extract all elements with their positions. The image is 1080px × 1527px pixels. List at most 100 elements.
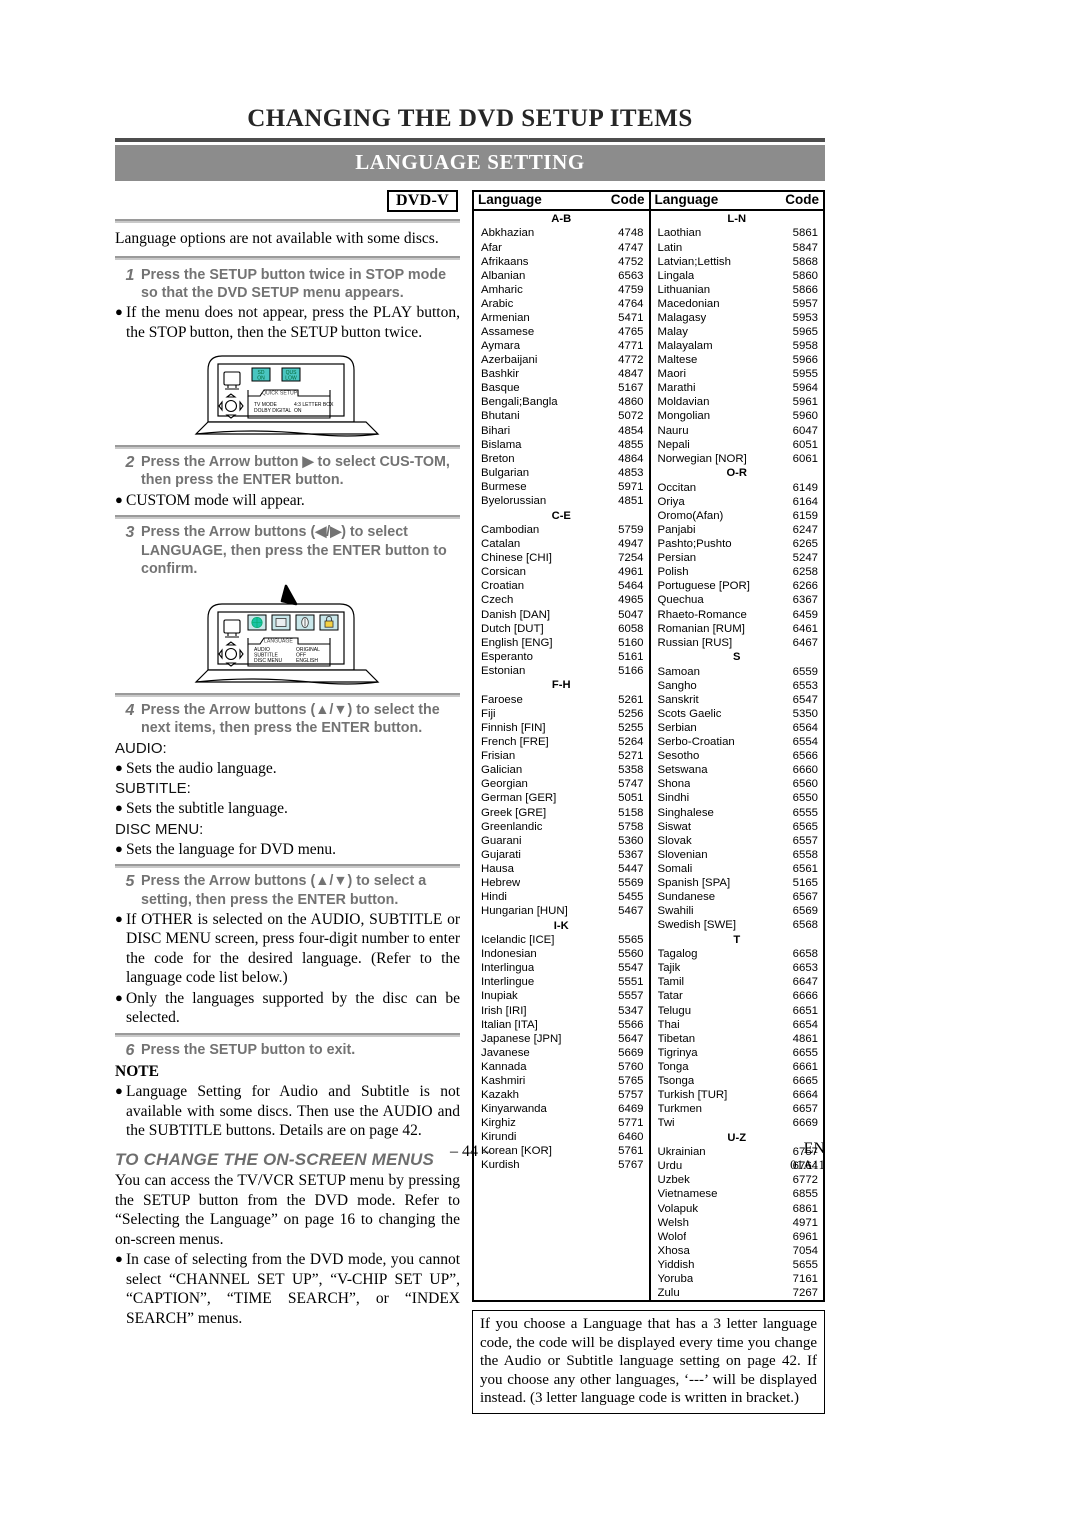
language-code: 4764 <box>618 297 644 310</box>
language-code: 6557 <box>792 834 818 847</box>
language-name: Sesotho <box>657 750 700 763</box>
table-row: Indonesian 5560 <box>474 947 649 961</box>
table-row: Tatar 6666 <box>651 989 824 1003</box>
language-name: Hausa <box>481 862 514 875</box>
language-name: Swahili <box>657 905 694 918</box>
language-code: 5964 <box>792 382 818 395</box>
table-row: Sindhi 6550 <box>651 791 824 805</box>
table-row: Basque 5167 <box>474 381 649 395</box>
table-row: Faroese 5261 <box>474 693 649 707</box>
language-name: German [GER] <box>481 792 557 805</box>
language-name: Pashto;Pushto <box>657 538 732 551</box>
table-row: Kinyarwanda 6469 <box>474 1102 649 1116</box>
language-code: 4855 <box>618 438 644 451</box>
language-code: 6568 <box>792 919 818 932</box>
table-row: Spanish [SPA] 5165 <box>651 876 824 890</box>
table-row: Catalan 4947 <box>474 537 649 551</box>
table-row: Arabic 4764 <box>474 297 649 311</box>
language-name: Javanese <box>481 1046 530 1059</box>
language-name: Dutch [DUT] <box>481 622 544 635</box>
language-name: Scots Gaelic <box>657 707 722 720</box>
table-row: Frisian 5271 <box>474 749 649 763</box>
table-row: Malagasy 5953 <box>651 311 824 325</box>
table-row: Bhutani 5072 <box>474 409 649 423</box>
table-group-heading: A-B <box>551 212 572 225</box>
table-row: Oromo(Afan) 6159 <box>651 509 824 523</box>
table-row: Laothian 5861 <box>651 226 824 240</box>
step-5-text: Press the Arrow buttons (▲/▼) to select … <box>141 873 427 908</box>
three-letter-code-note: If you choose a Language that has a 3 le… <box>472 1310 825 1415</box>
language-code: 7267 <box>792 1287 818 1300</box>
language-name: Slovak <box>657 834 692 847</box>
table-row: Latvian;Lettish 5868 <box>651 255 824 269</box>
language-name: Corsican <box>481 566 526 579</box>
language-name: Malagasy <box>657 311 707 324</box>
table-row: Inupiak 5557 <box>474 989 649 1003</box>
language-name: Persian <box>657 552 697 565</box>
language-code: 4748 <box>618 227 644 240</box>
language-name: Assamese <box>481 326 535 339</box>
language-code: 4772 <box>618 354 644 367</box>
language-name: Serbian <box>657 722 697 735</box>
divider <box>115 255 460 260</box>
page-footer: – 44 – EN 01A11 <box>115 1140 825 1172</box>
table-row: Kirghiz 5771 <box>474 1116 649 1130</box>
bullet-icon: ● <box>115 910 123 926</box>
step-5-bullet-2: ● Only the languages supported by the di… <box>115 989 460 1028</box>
table-row: Twi 6669 <box>651 1116 824 1130</box>
svg-text:QUICK SETUP: QUICK SETUP <box>262 391 298 397</box>
language-code: 6651 <box>792 1004 818 1017</box>
table-row: English [ENG] 5160 <box>474 636 649 650</box>
language-code: 5464 <box>618 580 644 593</box>
language-code: 5261 <box>618 693 644 706</box>
table-row: Chinese [CHI] 7254 <box>474 551 649 565</box>
svg-text:ON: ON <box>294 408 302 414</box>
table-row: Kannada 5760 <box>474 1060 649 1074</box>
language-code: 6265 <box>792 538 818 551</box>
language-code: 5655 <box>792 1258 818 1271</box>
language-name: Amharic <box>481 283 523 296</box>
table-row: Swahili 6569 <box>651 904 824 918</box>
language-code: 6561 <box>792 862 818 875</box>
table-row: French [FRE] 5264 <box>474 735 649 749</box>
language-code: 6554 <box>792 736 818 749</box>
language-code: 6367 <box>792 594 818 607</box>
language-code: 6647 <box>792 976 818 989</box>
language-code: 5566 <box>618 1018 644 1031</box>
language-name: Arabic <box>481 297 514 310</box>
table-row: Turkmen 6657 <box>651 1102 824 1116</box>
language-code: 4971 <box>792 1216 818 1229</box>
language-code: 4759 <box>618 283 644 296</box>
table-row: Hindi 5455 <box>474 890 649 904</box>
step-2: 2 Press the Arrow button ▶ to select CUS… <box>115 453 460 490</box>
language-code: 6669 <box>792 1117 818 1130</box>
note-text: Language Setting for Audio and Subtitle … <box>126 1083 460 1140</box>
language-name: Georgian <box>481 778 528 791</box>
step-3: 3 Press the Arrow buttons (◀/▶) to selec… <box>115 523 460 578</box>
table-group-heading: L-N <box>727 212 747 225</box>
step-6-text: Press the SETUP button to exit. <box>141 1041 356 1058</box>
audio-label: AUDIO: <box>115 739 167 757</box>
language-code: 5765 <box>618 1074 644 1087</box>
language-code: 6855 <box>792 1188 818 1201</box>
language-name: Breton <box>481 452 515 465</box>
language-code: 6555 <box>792 806 818 819</box>
table-row: Russian [RUS] 6467 <box>651 636 824 650</box>
language-name: Tsonga <box>657 1074 695 1087</box>
table-row: Esperanto 5161 <box>474 650 649 664</box>
table-row: Tigrinya 6655 <box>651 1046 824 1060</box>
language-code: 6564 <box>792 722 818 735</box>
language-name: Romanian [RUM] <box>657 622 745 635</box>
language-name: Yoruba <box>657 1272 694 1285</box>
language-code: 5167 <box>618 382 644 395</box>
language-code: 4853 <box>618 466 644 479</box>
language-code: 4854 <box>618 424 644 437</box>
table-row: Danish [DAN] 5047 <box>474 608 649 622</box>
divider <box>115 445 460 450</box>
language-name: Bihari <box>481 424 511 437</box>
language-name: Xhosa <box>657 1244 690 1257</box>
table-row: Macedonian 5957 <box>651 297 824 311</box>
language-code: 5861 <box>792 227 818 240</box>
table-row: Volapuk 6861 <box>651 1202 824 1216</box>
right-column: Language Code A-B Abkhazian 4748 Afar 4747 Af… <box>472 190 825 1415</box>
